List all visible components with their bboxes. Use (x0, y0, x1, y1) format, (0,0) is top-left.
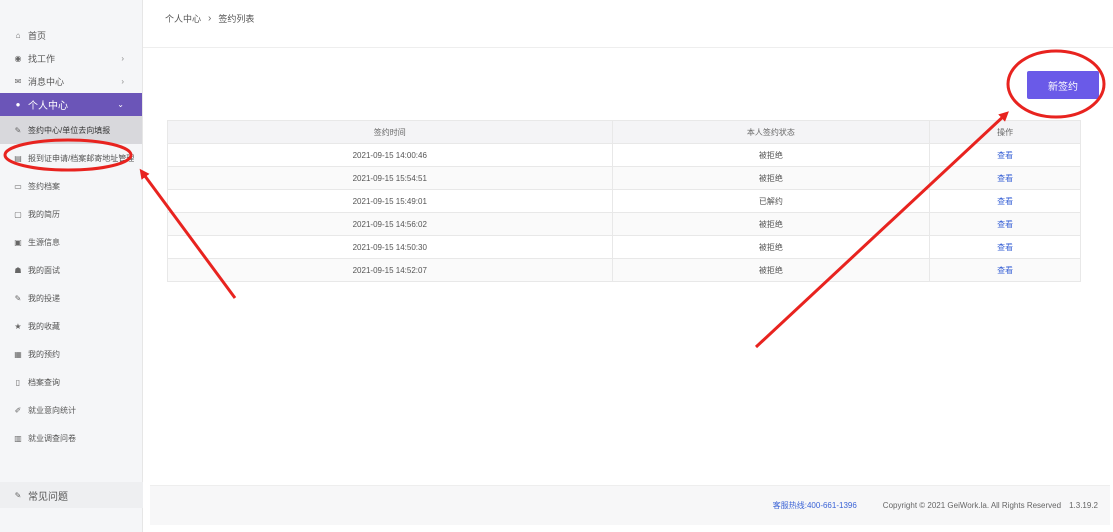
eye-icon: ◉ (14, 54, 22, 63)
main-content: 新签约 签约时间 本人签约状态 操作 2021-09-15 14:00:46 被… (150, 54, 1110, 474)
sidebar-item-label: 就业意向统计 (28, 405, 76, 415)
chevron-down-icon: ⌄ (117, 100, 124, 109)
sidebar-item-find-job[interactable]: ◉ 找工作 › (0, 47, 142, 70)
breadcrumb: 个人中心 › 签约列表 (143, 0, 1113, 48)
cell-status: 被拒绝 (611, 212, 931, 236)
sidebar-item-signing-archive[interactable]: ▭ 签约档案 (0, 172, 142, 200)
sidebar-item-faq[interactable]: ✎ 常见问题 (0, 482, 143, 508)
table-row: 2021-09-15 14:56:02 被拒绝 查看 (167, 212, 1081, 236)
cell-status: 被拒绝 (611, 258, 931, 282)
sidebar-item-label: 生源信息 (28, 237, 60, 247)
sidebar-item-label: 就业调查问卷 (28, 433, 76, 443)
sidebar-top (0, 0, 142, 24)
sidebar-item-resume[interactable]: ▢ 我的简历 (0, 200, 142, 228)
breadcrumb-current: 签约列表 (218, 14, 255, 24)
table-row: 2021-09-15 15:54:51 被拒绝 查看 (167, 166, 1081, 190)
view-link[interactable]: 查看 (929, 235, 1081, 259)
view-link[interactable]: 查看 (929, 143, 1081, 167)
doc-icon: ▭ (14, 181, 22, 191)
card-icon: ▤ (14, 153, 22, 163)
chevron-right-icon: › (208, 13, 212, 24)
sidebar-item-applications[interactable]: ✎ 我的投递 (0, 284, 142, 312)
hotline-number: 400-661-1396 (806, 501, 857, 510)
sidebar-item-report-card[interactable]: ▤ 报到证申请/档案邮寄地址管理 (0, 144, 142, 172)
chevron-right-icon: › (121, 77, 124, 86)
sidebar: ⌂ 首页 ◉ 找工作 › ✉ 消息中心 › ● 个人中心 ⌄ ✎ 签约中心/单位… (0, 0, 143, 532)
chevron-right-icon: › (121, 54, 124, 63)
table-row: 2021-09-15 14:00:46 被拒绝 查看 (167, 143, 1081, 167)
id-icon: ▣ (14, 237, 22, 247)
sidebar-item-student-info[interactable]: ▣ 生源信息 (0, 228, 142, 256)
new-signing-button[interactable]: 新签约 (1027, 71, 1099, 99)
sidebar-item-label: 报到证申请/档案邮寄地址管理 (28, 153, 135, 163)
version-text: 1.3.19.2 (1069, 501, 1098, 510)
cell-time: 2021-09-15 14:52:07 (167, 258, 613, 282)
sidebar-item-label: 我的预约 (28, 349, 60, 359)
footer: 客服热线: 400-661-1396 Copyright © 2021 GeiW… (150, 485, 1110, 525)
view-link[interactable]: 查看 (929, 189, 1081, 213)
question-icon: ✎ (14, 490, 22, 500)
signing-table: 签约时间 本人签约状态 操作 2021-09-15 14:00:46 被拒绝 查… (167, 120, 1081, 282)
sidebar-item-home[interactable]: ⌂ 首页 (0, 24, 142, 47)
cell-time: 2021-09-15 14:00:46 (167, 143, 613, 167)
column-header-status: 本人签约状态 (611, 120, 931, 144)
star-icon: ★ (14, 321, 22, 331)
sidebar-item-label: 我的面试 (28, 265, 60, 275)
table-header-row: 签约时间 本人签约状态 操作 (167, 120, 1081, 144)
cell-status: 被拒绝 (611, 235, 931, 259)
column-header-action: 操作 (929, 120, 1081, 144)
sidebar-item-label: 我的收藏 (28, 321, 60, 331)
resume-icon: ▢ (14, 209, 22, 219)
sidebar-item-employment-survey[interactable]: ▥ 就业调查问卷 (0, 424, 142, 452)
edit-icon: ✎ (14, 125, 22, 135)
view-link[interactable]: 查看 (929, 258, 1081, 282)
table-row: 2021-09-15 14:52:07 被拒绝 查看 (167, 258, 1081, 282)
edit-icon: ✎ (14, 293, 22, 303)
cell-time: 2021-09-15 15:54:51 (167, 166, 613, 190)
sidebar-item-label: 个人中心 (28, 101, 68, 112)
sidebar-item-messages[interactable]: ✉ 消息中心 › (0, 70, 142, 93)
sidebar-item-personal-center[interactable]: ● 个人中心 ⌄ (0, 93, 142, 116)
user-icon: ● (15, 100, 21, 109)
view-link[interactable]: 查看 (929, 166, 1081, 190)
sidebar-item-interviews[interactable]: ☗ 我的面试 (0, 256, 142, 284)
breadcrumb-parent[interactable]: 个人中心 (165, 12, 201, 25)
sidebar-item-label: 我的简历 (28, 209, 60, 219)
sidebar-item-employment-stats[interactable]: ✐ 就业意向统计 (0, 396, 142, 424)
cell-time: 2021-09-15 15:49:01 (167, 189, 613, 213)
hotline-label: 客服热线: (772, 501, 807, 510)
cell-status: 被拒绝 (611, 166, 931, 190)
column-header-time: 签约时间 (167, 120, 613, 144)
sidebar-item-label: 消息中心 (28, 77, 65, 87)
sidebar-item-label: 首页 (28, 31, 47, 41)
interview-icon: ☗ (14, 265, 22, 275)
sidebar-item-signing-center[interactable]: ✎ 签约中心/单位去向填报 (0, 116, 142, 144)
survey-icon: ▥ (14, 433, 22, 443)
sidebar-item-archive-query[interactable]: ▯ 档案查询 (0, 368, 142, 396)
cell-time: 2021-09-15 14:50:30 (167, 235, 613, 259)
home-icon: ⌂ (15, 31, 21, 40)
table-row: 2021-09-15 14:50:30 被拒绝 查看 (167, 235, 1081, 259)
sidebar-item-appointments[interactable]: ▦ 我的预约 (0, 340, 142, 368)
calendar-icon: ▦ (14, 349, 22, 359)
sidebar-item-label: 我的投递 (28, 293, 60, 303)
sidebar-item-label: 找工作 (28, 54, 56, 64)
copyright-text: Copyright © 2021 GeiWork.la. All Rights … (882, 501, 1062, 510)
sidebar-item-label: 签约档案 (28, 181, 60, 191)
file-icon: ▯ (15, 377, 21, 387)
message-icon: ✉ (14, 77, 22, 86)
sidebar-item-label: 签约中心/单位去向填报 (28, 125, 111, 135)
sidebar-item-label: 档案查询 (28, 377, 60, 387)
pen-icon: ✐ (14, 405, 22, 415)
cell-time: 2021-09-15 14:56:02 (167, 212, 613, 236)
view-link[interactable]: 查看 (929, 212, 1081, 236)
cell-status: 被拒绝 (611, 143, 931, 167)
sidebar-item-favorites[interactable]: ★ 我的收藏 (0, 312, 142, 340)
cell-status: 已解约 (611, 189, 931, 213)
table-row: 2021-09-15 15:49:01 已解约 查看 (167, 189, 1081, 213)
sidebar-item-label: 常见问题 (28, 491, 68, 503)
